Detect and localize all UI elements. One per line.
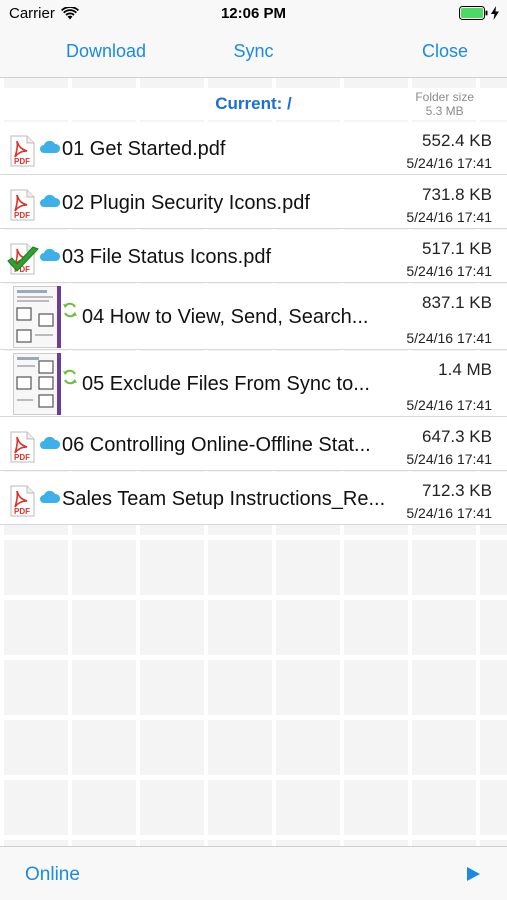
file-row[interactable]: PDF 01 Get Started.pdf 552.4 KB 5/24/16 … bbox=[0, 122, 507, 175]
file-row[interactable]: PDF 03 File Status Icons.pdf 517.1 KB 5/… bbox=[0, 230, 507, 283]
online-mode-button[interactable]: Online bbox=[25, 864, 80, 886]
folder-header: Current: / Folder size 5.3 MB bbox=[0, 88, 507, 120]
sync-icon bbox=[63, 302, 77, 318]
play-icon bbox=[467, 867, 480, 881]
pdf-icon-label: PDF bbox=[14, 507, 30, 516]
sync-icon bbox=[63, 369, 77, 385]
download-button[interactable]: Download bbox=[66, 41, 146, 62]
folder-size-value: 5.3 MB bbox=[425, 104, 464, 118]
file-date: 5/24/16 17:41 bbox=[406, 505, 492, 521]
file-name: 04 How to View, Send, Search... bbox=[82, 306, 369, 328]
navigation-bar: Download Sync Close bbox=[0, 28, 507, 78]
cloud-icon bbox=[40, 194, 61, 207]
folder-size-caption: Folder size bbox=[415, 90, 474, 104]
bottom-toolbar: Online bbox=[0, 846, 507, 900]
sync-button[interactable]: Sync bbox=[224, 41, 284, 62]
file-size: 731.8 KB bbox=[422, 185, 492, 204]
file-name: 05 Exclude Files From Sync to... bbox=[82, 373, 370, 395]
file-name: 03 File Status Icons.pdf bbox=[62, 246, 272, 268]
cloud-icon bbox=[40, 140, 61, 153]
document-thumbnail-icon bbox=[13, 286, 61, 348]
checkmark-icon bbox=[7, 246, 39, 272]
pdf-file-icon: PDF bbox=[10, 485, 35, 517]
pdf-icon-label: PDF bbox=[14, 453, 30, 462]
battery-indicator bbox=[459, 6, 499, 20]
charging-bolt-icon bbox=[491, 6, 499, 20]
file-row[interactable]: PDF Sales Team Setup Instructions_Re... … bbox=[0, 472, 507, 525]
file-name: 06 Controlling Online-Offline Stat... bbox=[62, 434, 371, 456]
file-date: 5/24/16 17:41 bbox=[406, 155, 492, 171]
pdf-file-icon: PDF bbox=[10, 189, 35, 221]
file-row[interactable]: PDF 06 Controlling Online-Offline Stat..… bbox=[0, 418, 507, 471]
cloud-icon bbox=[40, 490, 61, 503]
file-row[interactable]: PDF 02 Plugin Security Icons.pdf 731.8 K… bbox=[0, 176, 507, 229]
file-size: 647.3 KB bbox=[422, 427, 492, 446]
folder-size-info: Folder size 5.3 MB bbox=[415, 90, 474, 118]
pdf-file-icon: PDF bbox=[10, 135, 35, 167]
file-size: 1.4 MB bbox=[438, 360, 492, 379]
file-size: 552.4 KB bbox=[422, 131, 492, 150]
battery-icon bbox=[459, 6, 488, 20]
file-name: Sales Team Setup Instructions_Re... bbox=[62, 488, 386, 510]
status-bar: Carrier 12:06 PM bbox=[0, 0, 507, 28]
file-size: 517.1 KB bbox=[422, 239, 492, 258]
file-date: 5/24/16 17:41 bbox=[406, 209, 492, 225]
cloud-icon bbox=[40, 436, 61, 449]
status-time: 12:06 PM bbox=[220, 5, 287, 22]
file-list: PDF 01 Get Started.pdf 552.4 KB 5/24/16 … bbox=[0, 122, 507, 526]
close-button[interactable]: Close bbox=[422, 41, 468, 62]
file-size: 837.1 KB bbox=[422, 293, 492, 312]
cloud-icon bbox=[40, 248, 61, 261]
current-folder-label: Current: / bbox=[215, 94, 292, 113]
file-date: 5/24/16 17:41 bbox=[406, 263, 492, 279]
play-button[interactable] bbox=[465, 866, 481, 882]
document-thumbnail-icon bbox=[13, 353, 61, 415]
file-name: 01 Get Started.pdf bbox=[62, 138, 226, 160]
pdf-icon-label: PDF bbox=[14, 157, 30, 166]
file-row[interactable]: 05 Exclude Files From Sync to... 1.4 MB … bbox=[0, 351, 507, 417]
pdf-icon-label: PDF bbox=[14, 211, 30, 220]
file-row[interactable]: 04 How to View, Send, Search... 837.1 KB… bbox=[0, 284, 507, 350]
file-name: 02 Plugin Security Icons.pdf bbox=[62, 192, 310, 214]
file-date: 5/24/16 17:41 bbox=[406, 397, 492, 413]
file-size: 712.3 KB bbox=[422, 481, 492, 500]
pdf-file-icon: PDF bbox=[10, 431, 35, 463]
file-date: 5/24/16 17:41 bbox=[406, 330, 492, 346]
file-date: 5/24/16 17:41 bbox=[406, 451, 492, 467]
